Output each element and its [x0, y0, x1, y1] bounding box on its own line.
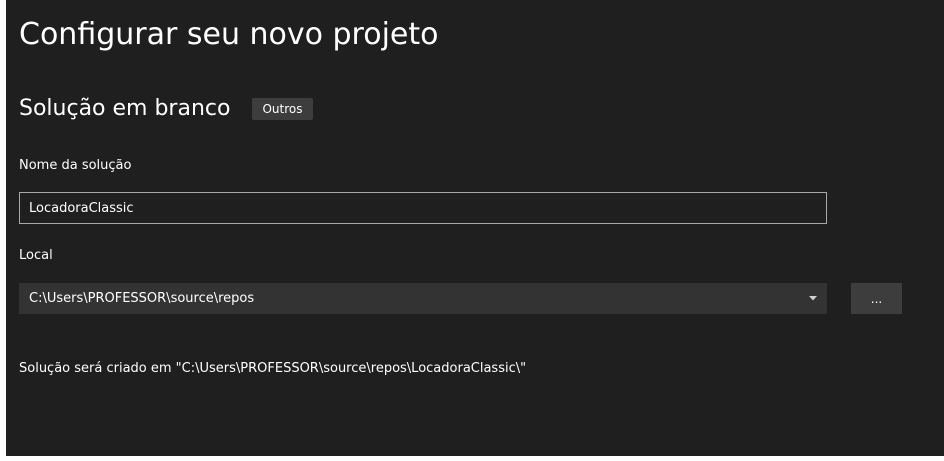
template-tag-badge: Outros: [252, 98, 313, 120]
chevron-down-icon[interactable]: [803, 296, 823, 301]
chevron-down-icon-shape: [809, 296, 817, 301]
page-title: Configurar seu novo projeto: [19, 17, 439, 52]
browse-button[interactable]: ...: [851, 283, 902, 314]
solution-name-input[interactable]: [19, 192, 827, 224]
location-combobox[interactable]: C:\Users\PROFESSOR\source\repos: [19, 283, 827, 314]
location-value: C:\Users\PROFESSOR\source\repos: [29, 290, 255, 306]
creation-path-summary: Solução será criado em "C:\Users\PROFESS…: [19, 361, 527, 376]
solution-name-label: Nome da solução: [19, 158, 132, 173]
configure-project-dialog: Configurar seu novo projeto Solução em b…: [6, 0, 944, 456]
location-label: Local: [19, 248, 53, 263]
template-name: Solução em branco: [19, 96, 231, 121]
template-header: Solução em branco Outros: [19, 93, 313, 125]
